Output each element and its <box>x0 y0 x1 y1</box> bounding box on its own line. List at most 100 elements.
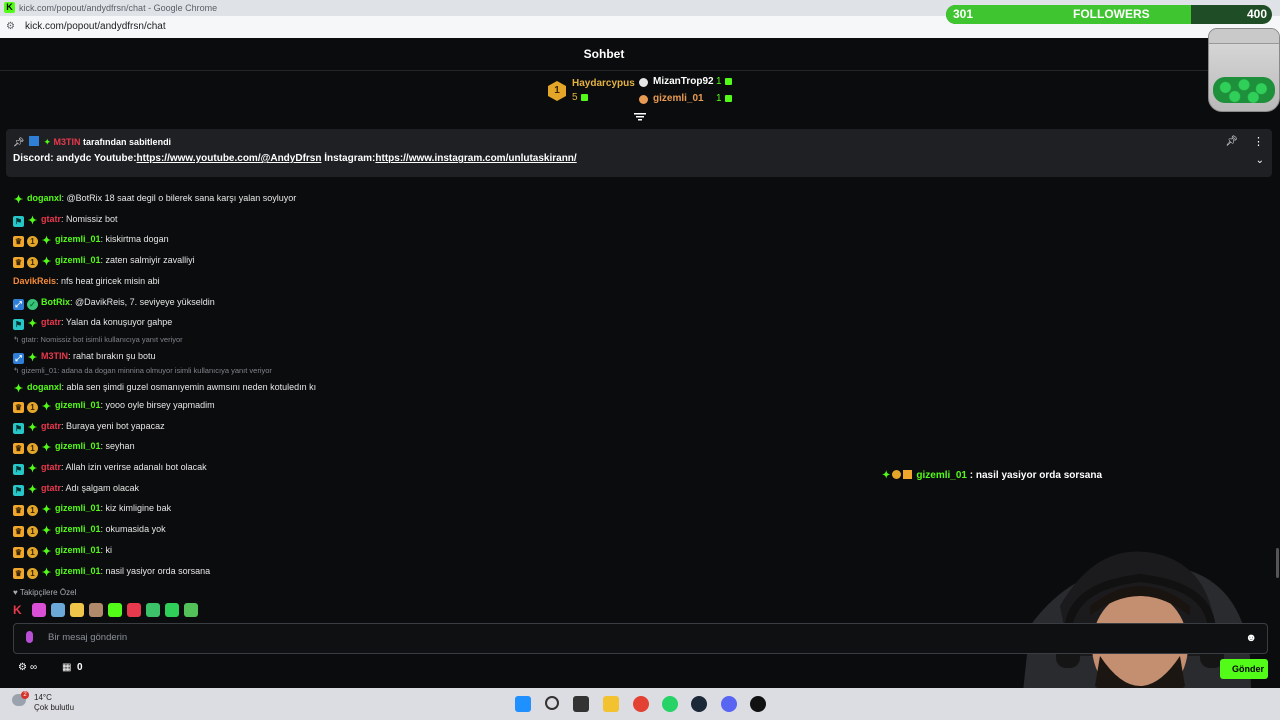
chat-username[interactable]: gizemli_01 <box>55 566 101 576</box>
instagram-link[interactable]: https://www.instagram.com/unlutaskirann/ <box>375 153 576 164</box>
steam-icon[interactable] <box>691 696 707 712</box>
candy-emote[interactable] <box>32 603 46 617</box>
chat-emote[interactable] <box>165 603 179 617</box>
star-badge-icon[interactable]: ✦ <box>27 319 38 330</box>
crown-badge-icon[interactable]: ♛ <box>13 401 24 413</box>
windows-start-icon[interactable] <box>515 696 531 712</box>
gift-tier-badge-icon[interactable]: 1 <box>27 401 38 413</box>
chat-username[interactable]: M3TIN <box>41 351 68 361</box>
chat-username[interactable]: gizemli_01 <box>55 255 101 265</box>
star-badge-icon[interactable]: ✦ <box>41 546 52 558</box>
gift-tier-badge-icon[interactable]: 1 <box>27 257 38 269</box>
chat-message[interactable]: ⤢ ✓ BotRix: @DavikReis, 7. seviyeye yüksel… <box>13 296 215 310</box>
unpin-icon[interactable]: 📌︎ <box>1225 136 1238 147</box>
chat-username[interactable]: gtatr <box>41 421 61 431</box>
star-badge-icon[interactable]: ✦ <box>13 195 24 206</box>
star-badge-icon[interactable]: ✦ <box>27 352 38 364</box>
chat-message[interactable]: ♛ 1 ✦ gizemli_01: zaten salmiyir zavalliyi <box>13 254 195 269</box>
star-badge-icon[interactable]: ✦ <box>41 401 52 413</box>
chat-username[interactable]: DavikReis <box>13 276 56 286</box>
chat-username[interactable]: gizemli_01 <box>55 503 101 513</box>
moderator-badge-icon[interactable]: ⚑ <box>13 464 24 475</box>
discord-icon[interactable] <box>721 696 737 712</box>
crown-badge-icon[interactable]: ♛ <box>13 257 24 269</box>
star-badge-icon[interactable]: ✦ <box>13 383 24 395</box>
chat-username[interactable]: gizemli_01 <box>55 234 101 244</box>
moderator-badge-icon[interactable]: ⚑ <box>13 215 24 227</box>
crown-badge-icon[interactable]: ♛ <box>13 443 24 455</box>
red-face-emote[interactable] <box>127 603 141 617</box>
moderator-badge-icon[interactable]: ⚑ <box>13 319 24 331</box>
star-badge-icon[interactable]: ✦ <box>27 464 38 475</box>
chat-message[interactable]: ♛ 1 ✦ gizemli_01: kiskirtma dogan <box>13 233 169 248</box>
microphone-icon[interactable] <box>26 631 33 643</box>
chat-message[interactable]: ♛ 1 ✦ gizemli_01: okumasida yok <box>13 523 166 538</box>
figure-emote[interactable] <box>89 603 103 617</box>
chat-username[interactable]: gizemli_01 <box>55 441 101 451</box>
site-settings-icon[interactable]: ⚙ <box>6 16 15 38</box>
chat-username[interactable]: gtatr <box>41 317 61 327</box>
gift-tier-badge-icon[interactable]: 1 <box>27 505 38 517</box>
star-badge-icon[interactable]: ✦ <box>41 505 52 516</box>
task-view-icon[interactable] <box>573 696 589 712</box>
kick-logo-emote[interactable]: K <box>13 603 27 617</box>
settings-icon[interactable]: ⚙ <box>18 662 27 673</box>
gift-tier-badge-icon[interactable]: 1 <box>27 546 38 558</box>
reply-context[interactable]: ↰ gtatr: Nomissiz bot isimli kullanıcıya… <box>13 335 183 344</box>
moderator-badge-icon[interactable]: ⚑ <box>13 422 24 434</box>
chat-message-list[interactable]: ✦ doganxl: @BotRix 18 saat degil o bilere… <box>0 180 1208 582</box>
crown-badge-icon[interactable]: ♛ <box>13 505 24 517</box>
alien-emote[interactable] <box>184 603 198 617</box>
chat-message[interactable]: ✦ doganxl: @BotRix 18 saat degil o bilere… <box>13 192 296 206</box>
chat-message[interactable]: ♛ 1 ✦ gizemli_01: seyhan <box>13 440 135 455</box>
crown-badge-icon[interactable]: ♛ <box>13 526 24 538</box>
chat-message[interactable]: ⚑ ✦ gtatr: Allah izin verirse adanalı bot … <box>13 461 207 475</box>
pinned-by-user[interactable]: M3TIN <box>54 137 81 147</box>
chat-message[interactable]: ♛ 1 ✦ gizemli_01: yooo oyle birsey yapmadim <box>13 399 215 413</box>
star-badge-icon[interactable]: ✦ <box>41 236 52 247</box>
chat-message[interactable]: ⤢ ✦ M3TIN: rahat bırakın şu botu <box>13 350 156 364</box>
crown-badge-icon[interactable]: ♛ <box>13 567 24 579</box>
youtube-link[interactable]: https://www.youtube.com/@AndyDfrsn <box>137 153 322 164</box>
gift-tier-badge-icon[interactable]: 1 <box>27 443 38 455</box>
chat-input-placeholder[interactable]: Bir mesaj gönderin <box>48 632 127 643</box>
chat-scrollbar[interactable] <box>1276 548 1279 578</box>
chrome-icon[interactable] <box>633 696 649 712</box>
crown-badge-icon[interactable]: ♛ <box>13 236 24 248</box>
chat-username[interactable]: gtatr <box>41 214 61 224</box>
moderator-badge-icon[interactable]: ⚑ <box>13 484 24 496</box>
chat-message[interactable]: ♛ 1 ✦ gizemli_01: ki <box>13 544 112 558</box>
crown-badge-icon[interactable]: ♛ <box>13 546 24 558</box>
chat-message[interactable]: ⚑ ✦ gtatr: Adı şalgam olacak <box>13 482 139 496</box>
skull-emote[interactable] <box>146 603 160 617</box>
star-badge-icon[interactable]: ✦ <box>41 257 52 268</box>
leaderboard-third-name[interactable]: gizemli_01 <box>653 93 704 104</box>
star-badge-icon[interactable]: ✦ <box>41 567 52 579</box>
gamer-emote[interactable] <box>51 603 65 617</box>
store-icon[interactable]: ▦ <box>62 662 71 673</box>
url-text[interactable]: kick.com/popout/andydfrsn/chat <box>25 16 166 38</box>
whatsapp-icon[interactable] <box>662 696 678 712</box>
more-options-icon[interactable]: ⋮ <box>1253 135 1264 148</box>
chat-username[interactable]: gtatr <box>41 483 61 493</box>
chat-message[interactable]: ✦ doganxl: abla sen şimdi guzel osmanıyem… <box>13 381 316 395</box>
vip-badge-icon[interactable]: ⤢ <box>13 298 24 310</box>
star-badge-icon[interactable]: ✦ <box>27 484 38 496</box>
reply-context[interactable]: ↰ gizemli_01: adana da dogan minnina olm… <box>13 366 272 375</box>
verified-bot-badge-icon[interactable]: ✓ <box>27 298 38 310</box>
face-emote[interactable] <box>70 603 84 617</box>
chat-username[interactable]: gizemli_01 <box>55 400 101 410</box>
file-explorer-icon[interactable] <box>603 696 619 712</box>
chevron-down-icon[interactable]: ⌄ <box>1256 155 1264 166</box>
green-face-emote[interactable] <box>108 603 122 617</box>
leaderboard-second-name[interactable]: MizanTrop92 <box>653 76 714 87</box>
gift-tier-badge-icon[interactable]: 1 <box>27 526 38 538</box>
chat-message[interactable]: ⚑ ✦ gtatr: Yalan da konuşuyor gahpe <box>13 316 172 331</box>
send-button[interactable]: Gönder <box>1220 659 1268 679</box>
star-badge-icon[interactable]: ✦ <box>27 422 38 434</box>
collapse-leaderboard-icon[interactable] <box>634 112 646 122</box>
chat-username[interactable]: BotRix <box>41 297 70 307</box>
star-badge-icon[interactable]: ✦ <box>41 526 52 537</box>
points-icon[interactable]: ∞ <box>30 662 37 673</box>
emoji-picker-icon[interactable]: ☻ <box>1245 632 1257 644</box>
